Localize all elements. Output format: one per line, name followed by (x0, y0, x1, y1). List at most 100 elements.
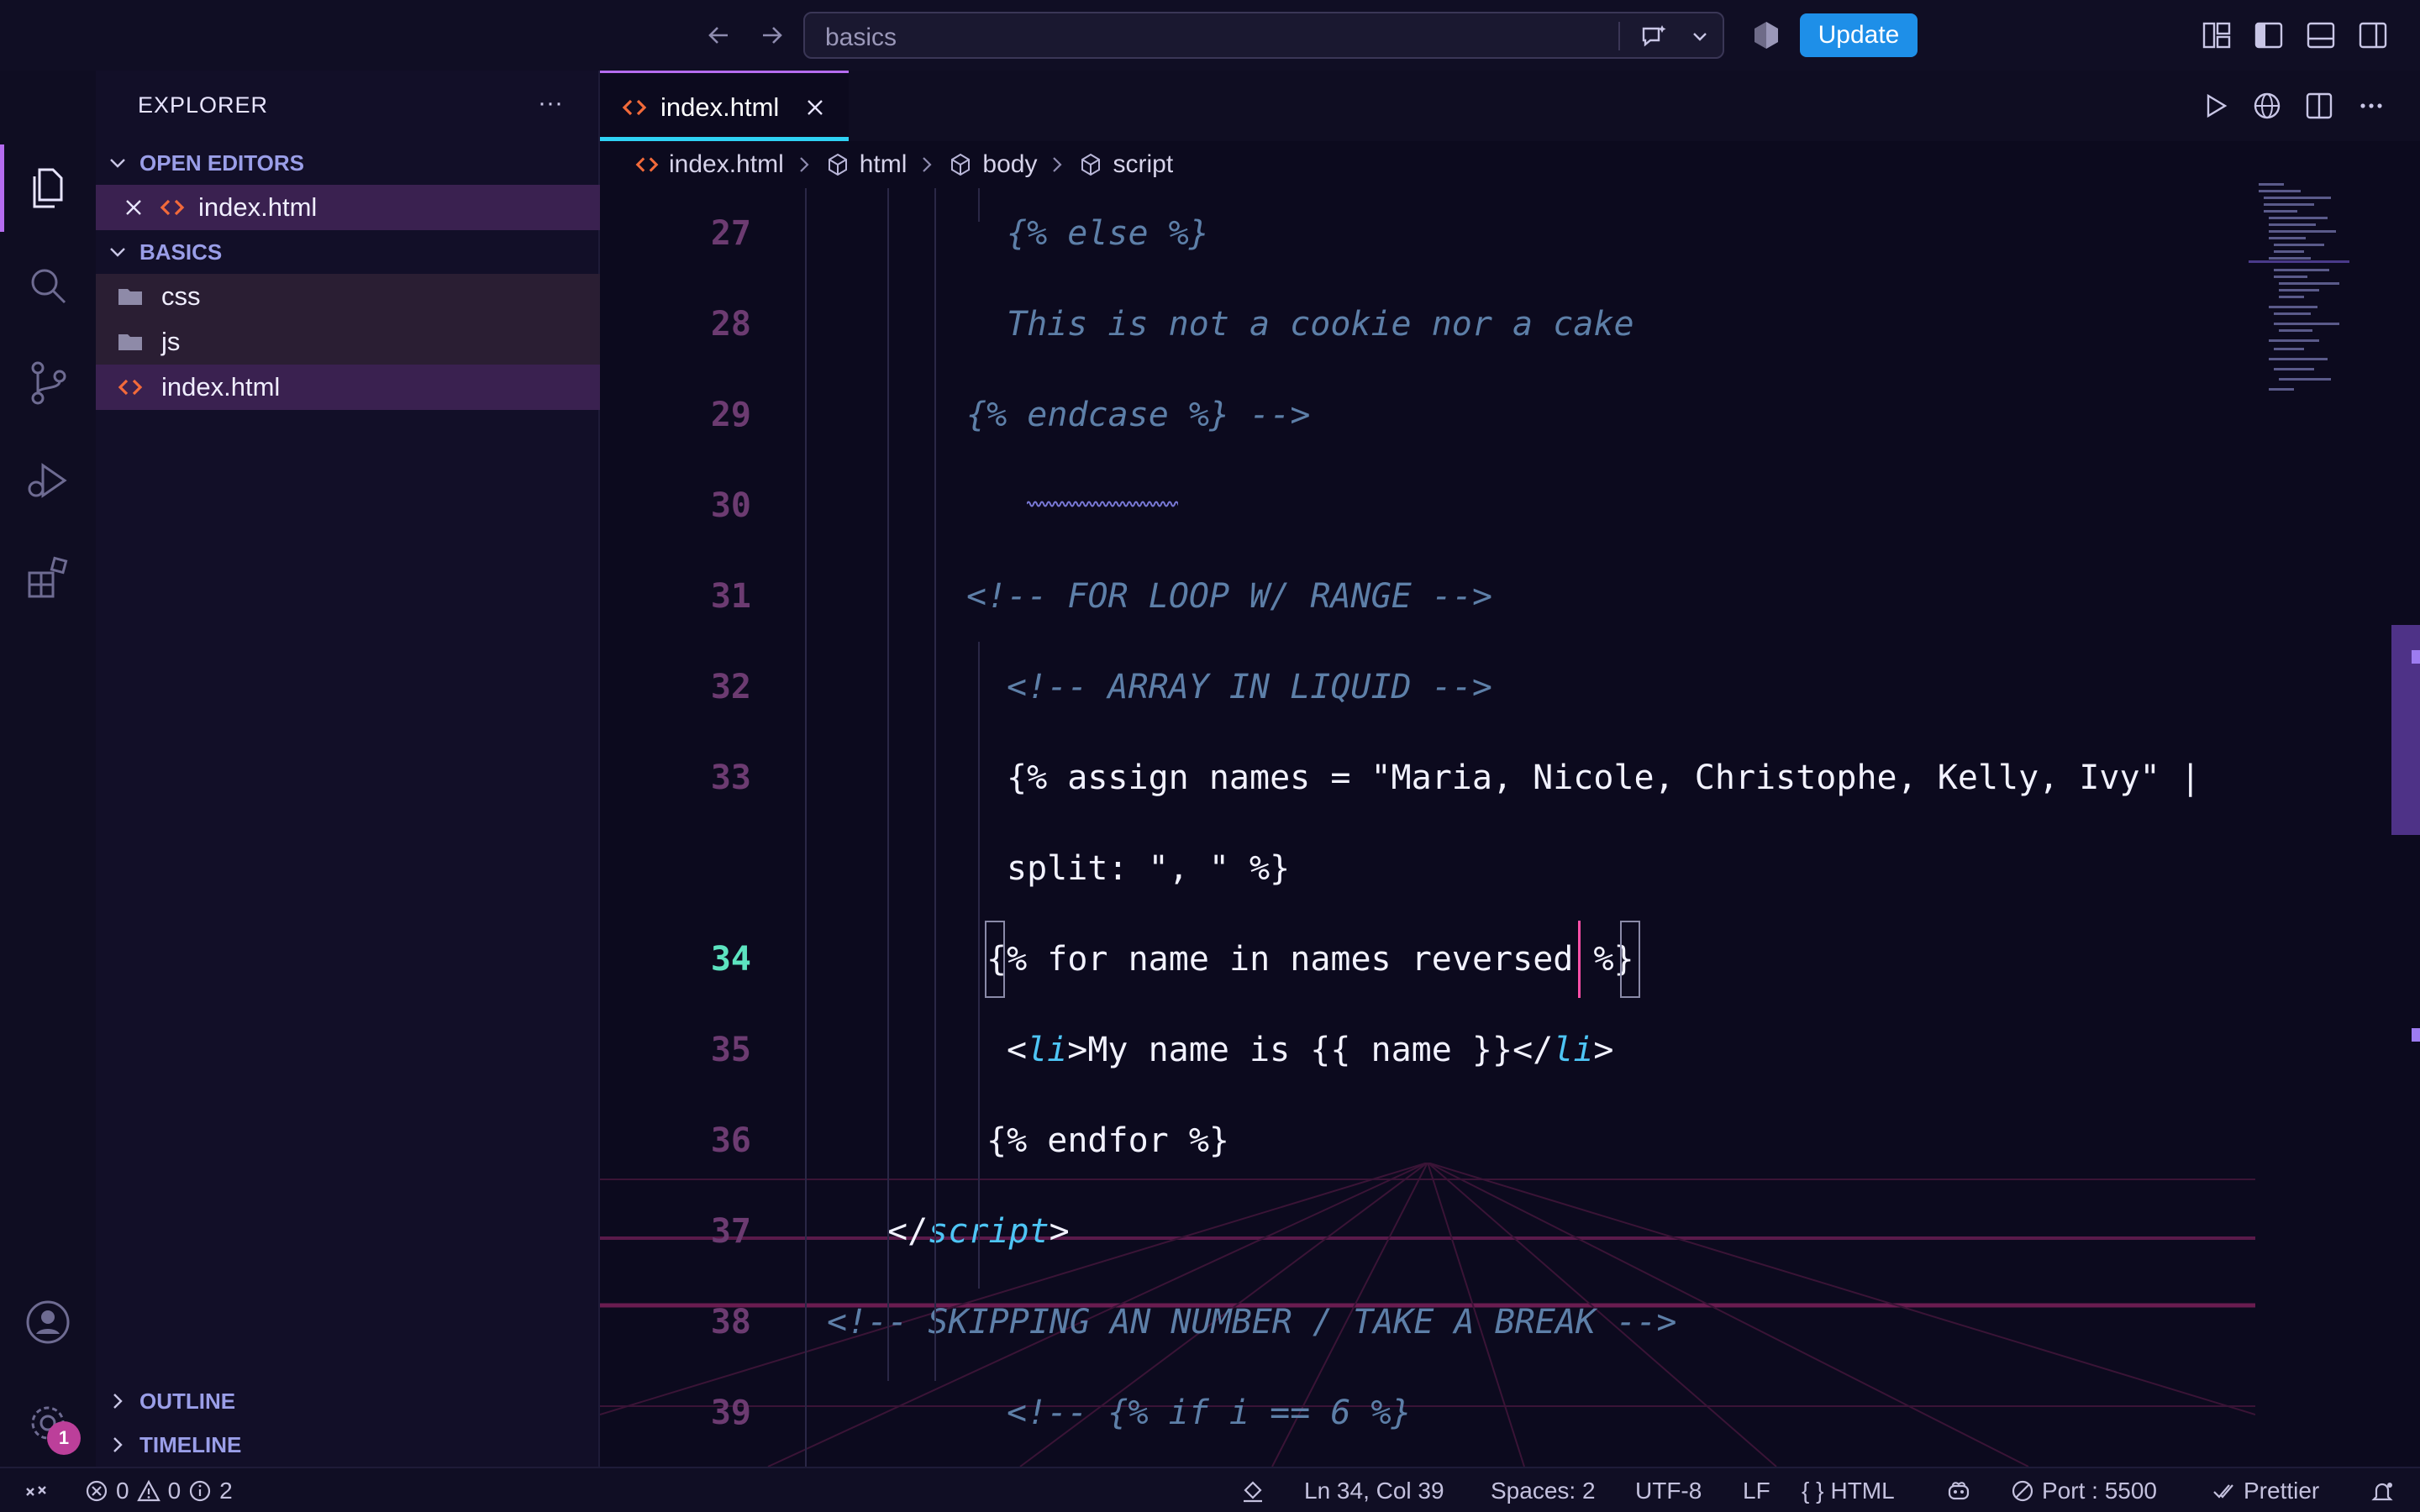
info-count: 2 (219, 1478, 233, 1504)
code-token: <!-- FOR LOOP W/ RANGE --> (966, 577, 1493, 616)
problems-indicator[interactable]: 0 0 2 (84, 1468, 233, 1512)
code-line[interactable]: 28 This is not a cookie nor a cake (600, 279, 2281, 370)
code-text: <!-- {% if i == 6 %} (1007, 1368, 1412, 1458)
code-line[interactable]: 27 {% else %} (600, 188, 2281, 279)
copilot-chat-icon[interactable] (1637, 20, 1670, 54)
code-token: </ (887, 1212, 929, 1251)
code-line[interactable]: 31 <!-- FOR LOOP W/ RANGE --> (600, 551, 2281, 642)
update-button[interactable]: Update (1800, 13, 1918, 57)
highlight-indicator[interactable] (1240, 1468, 1265, 1512)
code-line[interactable]: 39 <!-- {% if i == 6 %} (600, 1368, 2281, 1458)
code-token: < (1007, 1031, 1028, 1069)
info-icon (190, 1480, 211, 1502)
code-line[interactable]: 32 <!-- ARRAY IN LIQUID --> (600, 642, 2281, 732)
error-icon (86, 1480, 108, 1502)
breadcrumb-item-file[interactable]: index.html (634, 150, 784, 179)
extensions-icon[interactable] (23, 553, 73, 603)
more-actions-icon[interactable] (2354, 89, 2388, 123)
copilot-status[interactable] (1946, 1468, 1971, 1512)
encoding[interactable]: UTF-8 (1635, 1468, 1702, 1512)
tree-item-label: css (161, 281, 201, 311)
sidebar-more-actions[interactable]: ··· (538, 89, 563, 118)
prettier-status[interactable]: Prettier (2212, 1468, 2319, 1512)
live-server-port[interactable]: Port : 5500 (2010, 1468, 2157, 1512)
port-label: Port : 5500 (2042, 1478, 2157, 1504)
split-editor-icon[interactable] (2302, 89, 2336, 123)
source-control-icon[interactable] (23, 358, 73, 408)
code-line[interactable]: 38 <!-- SKIPPING AN NUMBER / TAKE A BREAK… (600, 1277, 2281, 1368)
code-line[interactable]: split: ", " %} (600, 823, 2281, 914)
indentation[interactable]: Spaces: 2 (1491, 1468, 1596, 1512)
tree-item-file-index[interactable]: index.html (96, 365, 600, 410)
tree-item-folder-js[interactable]: js (96, 319, 600, 365)
cursor-position[interactable]: Ln 34, Col 39 (1304, 1468, 1444, 1512)
line-number: 30 (710, 486, 751, 525)
remote-indicator[interactable] (24, 1468, 49, 1512)
workspace-section-header[interactable]: BASICS (106, 232, 222, 272)
code-text: <li>My name is {{ name }}</li> (1007, 1005, 1614, 1095)
breadcrumb-item-script[interactable]: script (1077, 150, 1173, 179)
line-number: 28 (710, 305, 751, 344)
back-arrow-icon[interactable] (702, 18, 736, 52)
line-number: 36 (710, 1121, 751, 1160)
breadcrumb-item-body[interactable]: body (947, 150, 1037, 179)
editor-tab-strip: index.html (600, 71, 2420, 141)
language-label: HTML (1830, 1478, 1895, 1504)
chevron-right-icon (799, 157, 809, 172)
tab-index-html[interactable]: index.html (600, 71, 849, 141)
chevron-down-icon (110, 248, 125, 257)
code-token: <!-- {% if i == 6 %} (1007, 1394, 1412, 1432)
indent-guide (978, 188, 980, 222)
code-line[interactable]: 35 <li>My name is {{ name }}</li> (600, 1005, 2281, 1095)
code-line[interactable]: 29 {% endcase %} --> (600, 370, 2281, 460)
end-of-line[interactable]: LF (1743, 1468, 1770, 1512)
close-icon[interactable] (802, 95, 828, 120)
code-text: split: ", " %} (1007, 823, 1290, 914)
explorer-files-icon[interactable] (23, 163, 73, 213)
code-line[interactable]: 34 {% for name in names reversed %} (600, 914, 2281, 1005)
breadcrumb-item-html[interactable]: html (824, 150, 907, 179)
close-icon[interactable] (121, 195, 146, 220)
open-editor-item[interactable]: index.html (96, 185, 600, 230)
code-token: {% endcase %} --> (966, 396, 1311, 434)
run-debug-icon[interactable] (23, 455, 73, 506)
account-icon[interactable] (23, 1297, 73, 1347)
chevron-right-icon (923, 157, 932, 172)
active-view-marker (0, 144, 4, 232)
tree-item-folder-css[interactable]: css (96, 274, 600, 319)
timeline-label: TIMELINE (139, 1431, 242, 1457)
notifications[interactable] (2370, 1468, 2395, 1512)
explorer-sidebar: EXPLORER ··· OPEN EDITORS index.html BAS… (96, 71, 600, 1467)
toggle-primary-sidebar-icon[interactable] (2252, 18, 2286, 52)
toggle-secondary-sidebar-icon[interactable] (2356, 18, 2390, 52)
chevron-down-icon[interactable] (1687, 24, 1712, 49)
code-token: script (928, 1212, 1050, 1251)
outline-label: OUTLINE (139, 1388, 236, 1414)
outline-section-header[interactable]: OUTLINE (106, 1381, 235, 1421)
html-file-icon (118, 379, 143, 396)
code-token: > (1049, 1212, 1070, 1251)
open-editors-section-header[interactable]: OPEN EDITORS (106, 143, 304, 183)
timeline-section-header[interactable]: TIMELINE (106, 1425, 241, 1465)
command-center-search[interactable]: basics (803, 12, 1724, 59)
search-icon[interactable] (23, 260, 73, 311)
minimap[interactable] (2249, 180, 2349, 432)
breadcrumb: index.html html body script (600, 141, 2420, 188)
scrollbar-marker (2412, 650, 2420, 664)
code-line[interactable]: 30 (600, 460, 2281, 551)
accounts-shield-icon[interactable] (1749, 18, 1783, 52)
code-line[interactable]: 37 </script> (600, 1186, 2281, 1277)
customize-layout-icon[interactable] (2200, 18, 2233, 52)
braces-icon: { } (1802, 1478, 1824, 1504)
code-line[interactable]: 33 {% assign names = "Maria, Nicole, Chri… (600, 732, 2281, 823)
code-editor[interactable]: 27 {% else %} 28 This is not a cookie nor a… (600, 188, 2420, 1467)
tab-label: index.html (660, 92, 780, 122)
language-mode[interactable]: { } HTML (1802, 1468, 1895, 1512)
code-line[interactable]: 36 {% endfor %} (600, 1095, 2281, 1186)
run-icon[interactable] (2198, 89, 2232, 123)
forward-arrow-icon[interactable] (755, 18, 788, 52)
toggle-panel-icon[interactable] (2304, 18, 2338, 52)
folder-icon (118, 289, 142, 305)
globe-preview-icon[interactable] (2250, 89, 2284, 123)
indent-guide (934, 188, 936, 1381)
